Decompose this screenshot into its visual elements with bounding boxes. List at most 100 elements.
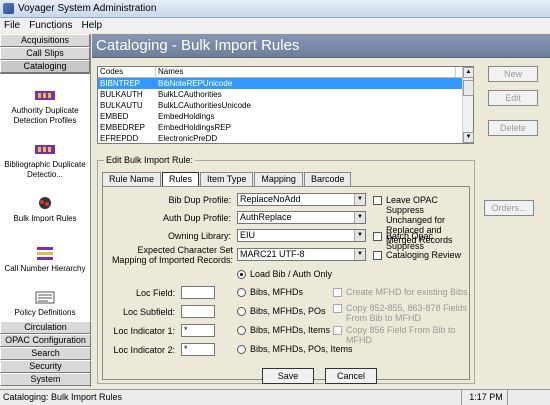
nav-opac-configuration[interactable]: OPAC Configuration (0, 334, 91, 347)
status-time: 1:17 PM (462, 390, 508, 405)
nav-acquisitions[interactable]: Acquisitions (0, 34, 90, 47)
radio-dot[interactable] (237, 325, 246, 335)
menu-functions[interactable]: Functions (29, 20, 72, 31)
bib-dup-value: ReplaceNoAdd (240, 194, 301, 204)
edit-group-label: Edit Bulk Import Rule: (104, 155, 196, 165)
bib-dup-select[interactable]: ReplaceNoAdd ▼ (237, 193, 366, 206)
nav-security[interactable]: Security (0, 360, 91, 373)
auth-dup-select[interactable]: AuthReplace ▼ (237, 211, 366, 224)
checkbox-box[interactable] (333, 288, 342, 297)
cancel-button[interactable]: Cancel (325, 368, 377, 384)
cataloging-review-label: Cataloging Review (386, 250, 462, 260)
column-header-codes[interactable]: Codes (98, 67, 156, 77)
radio-dot[interactable] (237, 269, 246, 279)
loc-indicator-2-input[interactable]: * (181, 343, 215, 356)
nav-item-authority-dup[interactable]: Authority Duplicate Detection Profiles (0, 88, 90, 126)
copy-856-label: Copy 856 Field From Bib to MFHD (346, 325, 456, 345)
tab-rule-name[interactable]: Rule Name (102, 172, 162, 186)
checkbox-box[interactable] (333, 326, 342, 335)
tab-mapping[interactable]: Mapping (254, 172, 303, 186)
call-number-icon (37, 247, 53, 260)
loc-subfield-input[interactable] (181, 305, 215, 318)
orders-button[interactable]: Orders... (484, 200, 534, 216)
chevron-down-icon[interactable]: ▼ (354, 230, 365, 241)
menu-bar: File Functions Help (0, 18, 550, 33)
edit-button[interactable]: Edit (488, 90, 538, 106)
charset-value: MARC21 UTF-8 (240, 249, 305, 259)
nav-item-call-number[interactable]: Call Number Hierarchy (0, 246, 90, 274)
delete-button[interactable]: Delete (488, 120, 538, 136)
list-item-code: BULKAUTU (100, 101, 143, 110)
list-item[interactable]: EMBEDREP EmbedHoldingsREP (98, 122, 473, 133)
list-item[interactable]: BIBNTREP BibNoteREPUnicode (98, 78, 473, 89)
rules-list[interactable]: Codes Names BIBNTREP BibNoteREPUnicode BU… (97, 66, 474, 144)
auth-dup-label: Auth Dup Profile: (162, 213, 231, 223)
radio-bibs-mfhds-pos[interactable]: Bibs, MFHDs, POs (237, 306, 326, 316)
charset-select[interactable]: MARC21 UTF-8 ▼ (237, 248, 366, 261)
scroll-thumb[interactable] (463, 80, 474, 96)
radio-dot[interactable] (237, 306, 246, 316)
new-button[interactable]: New (488, 66, 538, 82)
cataloging-review-checkbox[interactable]: Cataloging Review (373, 250, 461, 260)
list-item[interactable]: BULKAUTU BulkLCAuthoritiesUnicode (98, 100, 473, 111)
charset-label: Expected Character Set Mapping of Import… (111, 245, 233, 265)
create-mfhd-label: Create MFHD for existing Bibs (346, 287, 468, 297)
radio-label: Bibs, MFHDs, POs, Items (250, 344, 353, 354)
nav-item-policy[interactable]: Policy Definitions (0, 290, 90, 318)
loc-field-label: Loc Field: (135, 288, 175, 298)
module-nav: Acquisitions Call Slips Cataloging Autho… (0, 34, 91, 387)
nav-item-label: Bulk Import Rules (13, 214, 77, 223)
nav-item-bulk-import[interactable]: Bulk Import Rules (0, 196, 90, 224)
save-button[interactable]: Save (262, 368, 314, 384)
radio-load-bib-auth[interactable]: Load Bib / Auth Only (237, 269, 332, 279)
window-title: Voyager System Administration (18, 3, 157, 14)
nav-circulation[interactable]: Circulation (0, 321, 91, 334)
checkbox-box[interactable] (373, 196, 382, 205)
list-item[interactable]: EFREPDD ElectronicPreDD (98, 133, 473, 141)
owning-library-select[interactable]: EIU ▼ (237, 229, 366, 242)
menu-file[interactable]: File (4, 20, 20, 31)
copy-856-checkbox[interactable]: Copy 856 Field From Bib to MFHD (333, 325, 469, 345)
list-item[interactable]: BULKAUTH BulkLCAuthorities (98, 89, 473, 100)
radio-bibs-mfhds-items[interactable]: Bibs, MFHDs, Items (237, 325, 330, 335)
tab-item-type[interactable]: Item Type (200, 172, 254, 186)
menu-help[interactable]: Help (81, 20, 102, 31)
column-header-names[interactable]: Names (156, 67, 456, 77)
loc-field-input[interactable] (181, 286, 215, 299)
nav-item-bib-dup[interactable]: Bibliographic Duplicate Detectio... (0, 142, 90, 180)
owning-library-value: EIU (240, 230, 256, 240)
radio-dot[interactable] (237, 287, 246, 297)
chevron-down-icon[interactable]: ▼ (354, 249, 365, 260)
checkbox-box[interactable] (333, 304, 342, 313)
copy-852-checkbox[interactable]: Copy 852-855, 863-878 Fields From Bib to… (333, 303, 468, 323)
scroll-down-icon[interactable]: ▼ (463, 132, 474, 143)
tab-rules[interactable]: Rules (162, 172, 200, 186)
radio-label: Bibs, MFHDs, POs (250, 306, 326, 316)
list-scrollbar[interactable]: ▲ ▼ (462, 67, 474, 143)
list-item[interactable]: EMBED EmbedHoldings (98, 111, 473, 122)
list-item-code: BULKAUTH (100, 90, 143, 99)
create-mfhd-checkbox[interactable]: Create MFHD for existing Bibs (333, 287, 468, 297)
status-extra (508, 390, 550, 405)
nav-call-slips[interactable]: Call Slips (0, 47, 90, 60)
batch-opac-checkbox[interactable]: Batch Opac Suppress (373, 231, 469, 251)
radio-bibs-mfhds[interactable]: Bibs, MFHDs (237, 287, 303, 297)
nav-search[interactable]: Search (0, 347, 91, 360)
checkbox-box[interactable] (373, 232, 382, 241)
chevron-down-icon[interactable]: ▼ (354, 194, 365, 205)
list-item-code: EFREPDD (100, 134, 139, 141)
chevron-down-icon[interactable]: ▼ (354, 212, 365, 223)
loc-indicator-1-input[interactable]: * (181, 324, 215, 337)
radio-dot[interactable] (237, 344, 246, 354)
tab-barcode[interactable]: Barcode (303, 172, 352, 186)
radio-bibs-mfhds-pos-items[interactable]: Bibs, MFHDs, POs, Items (237, 344, 353, 354)
scroll-up-icon[interactable]: ▲ (463, 67, 474, 78)
main-panel: Cataloging - Bulk Import Rules Codes Nam… (92, 34, 550, 387)
nav-cataloging[interactable]: Cataloging (0, 60, 90, 73)
nav-system[interactable]: System (0, 373, 91, 386)
list-item-code: EMBEDREP (100, 123, 145, 132)
nav-item-label: Call Number Hierarchy (4, 264, 86, 273)
checkbox-box[interactable] (373, 251, 382, 260)
list-item-name: ElectronicPreDD (158, 134, 218, 141)
nav-item-label: Policy Definitions (14, 308, 76, 317)
